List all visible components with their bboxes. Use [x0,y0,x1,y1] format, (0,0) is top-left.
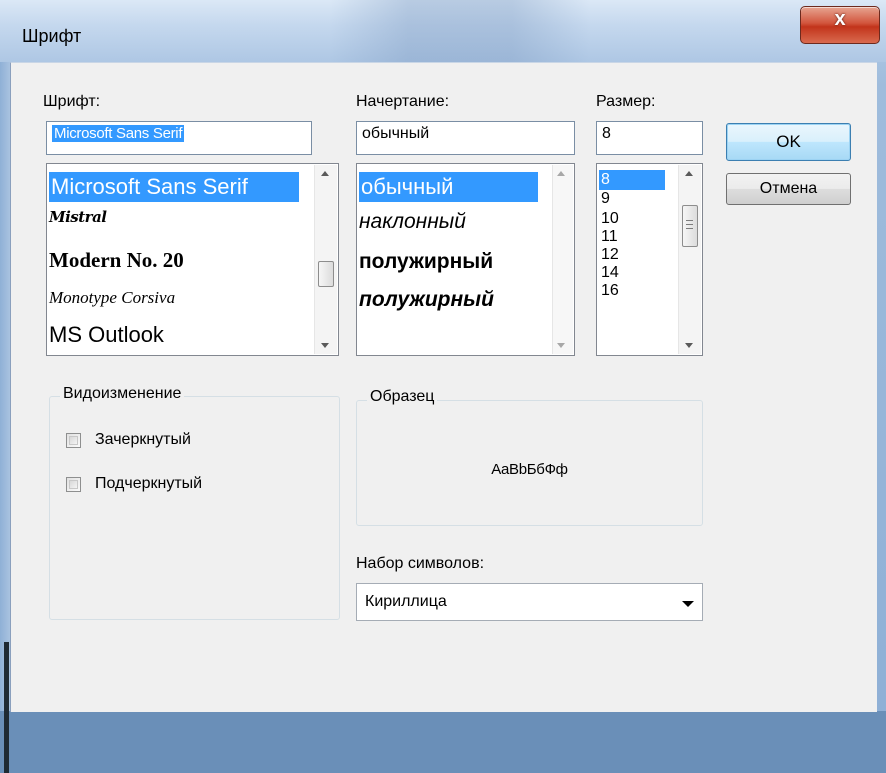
close-icon: x [834,8,846,30]
size-list-item[interactable]: 16 [599,282,619,300]
close-button[interactable]: x [800,6,880,44]
size-label: Размер: [596,93,656,110]
scroll-thumb[interactable] [682,205,698,247]
underline-label[interactable]: Подчеркнутый [95,475,202,493]
title-bar-background [0,0,886,62]
underline-checkbox[interactable] [66,477,81,492]
cancel-button[interactable]: Отмена [726,173,851,205]
style-list-item[interactable]: полужирный [359,250,493,280]
window-title: Шрифт [22,26,82,46]
title-bar[interactable]: Шрифт x [0,0,886,62]
effects-group-label: Видоизменение [60,385,185,403]
strikeout-checkbox[interactable] [66,433,81,448]
background-window-edge [4,642,9,773]
font-list-item[interactable]: MS Outlook [49,322,164,352]
style-label: Начертание: [356,93,450,110]
scroll-up-icon[interactable] [317,165,334,182]
font-list-item[interactable]: Mistral [49,208,107,234]
scroll-up-icon[interactable] [553,165,570,182]
scroll-up-icon[interactable] [681,165,698,182]
size-list[interactable]: 8 9 10 11 12 14 16 [596,163,703,356]
dialog-client-area: Шрифт: Microsoft Sans Serif Microsoft Sa… [10,62,877,712]
size-list-scrollbar[interactable] [678,165,701,354]
size-list-item[interactable]: 14 [599,264,619,282]
scroll-down-icon[interactable] [681,337,698,354]
size-list-item[interactable]: 8 [599,170,665,190]
font-name-input[interactable]: Microsoft Sans Serif [46,121,312,155]
size-list-item[interactable]: 12 [599,246,619,264]
charset-dropdown-value: Кириллица [365,593,447,610]
scroll-down-icon[interactable] [317,337,334,354]
font-list-item[interactable]: Modern No. 20 [49,248,184,278]
style-list-scrollbar[interactable] [552,165,573,354]
effects-group [49,396,340,620]
size-input-value: 8 [602,125,611,142]
sample-group-label: Образец [367,388,438,406]
style-input[interactable]: обычный [356,121,575,155]
font-list-scrollbar[interactable] [314,165,337,354]
font-list[interactable]: Microsoft Sans Serif Mistral Modern No. … [46,163,339,356]
style-list[interactable]: обычный наклонный полужирный полужирный [356,163,575,356]
scroll-thumb[interactable] [318,261,334,287]
charset-label: Набор символов: [356,555,485,572]
size-list-item[interactable]: 10 [599,210,619,228]
font-name-input-value: Microsoft Sans Serif [52,125,185,142]
style-list-item[interactable]: полужирный [359,288,535,318]
chevron-down-icon[interactable] [682,601,694,607]
size-list-item[interactable]: 11 [599,228,618,246]
style-input-value: обычный [362,125,430,142]
window-left-border [0,62,10,773]
charset-dropdown[interactable]: Кириллица [356,583,703,621]
size-list-item[interactable]: 9 [599,190,610,208]
font-list-item[interactable]: Microsoft Sans Serif [49,172,299,202]
size-input[interactable]: 8 [596,121,703,155]
font-list-item[interactable]: Monotype Corsiva [49,288,175,316]
ok-button[interactable]: OK [726,123,851,161]
style-list-item[interactable]: наклонный [359,210,466,240]
strikeout-label[interactable]: Зачеркнутый [95,431,191,449]
font-label: Шрифт: [43,93,101,110]
scroll-down-icon[interactable] [553,337,570,354]
sample-preview-text: AaBbБбФф [491,461,568,478]
style-list-item[interactable]: обычный [359,172,538,202]
font-dialog-window: Шрифт x Шрифт: Microsoft Sans Serif Micr… [0,0,886,773]
